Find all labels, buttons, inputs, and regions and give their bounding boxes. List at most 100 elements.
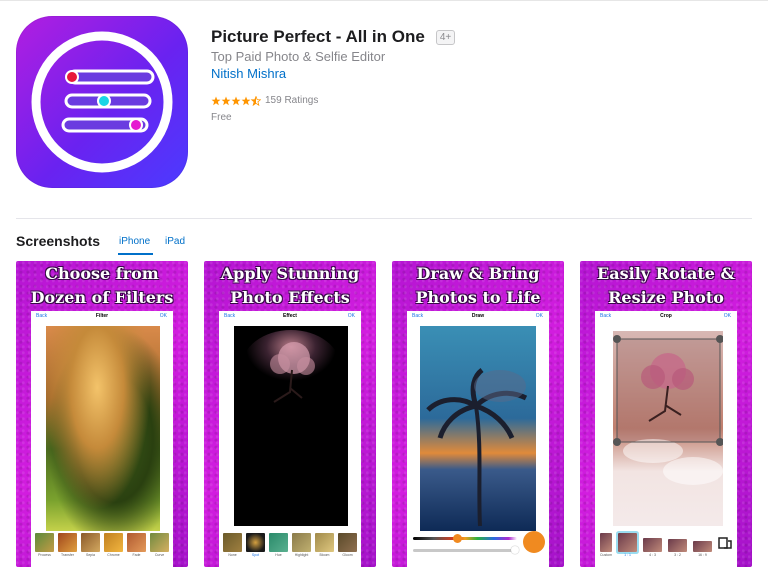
tab-iphone[interactable]: iPhone xyxy=(119,236,150,247)
phone-nav-bar: Back Crop OK xyxy=(595,313,737,323)
tree-image xyxy=(234,326,348,526)
thumb-image xyxy=(223,533,242,552)
price-label: Free xyxy=(211,112,232,123)
phone-screen: Back Filter OK Process Transfer Sepia Ch… xyxy=(31,311,173,567)
caption-line: Photo Effects xyxy=(230,288,350,307)
phone-nav-bar: Back Filter OK xyxy=(31,313,173,323)
thumb-label: Hue xyxy=(275,553,282,557)
phone-nav-bar: Back Effect OK xyxy=(219,313,361,323)
thumb-label: None xyxy=(228,553,237,557)
brush-color-preview[interactable] xyxy=(523,531,545,553)
thumb-image xyxy=(269,533,288,552)
screenshot-effect[interactable]: Apply Stunning Photo Effects Back Effect… xyxy=(204,261,376,567)
nav-ok: OK xyxy=(723,313,731,319)
effect-thumb[interactable]: Hue xyxy=(269,533,288,557)
star-icon xyxy=(241,96,251,105)
size-slider-thumb[interactable] xyxy=(511,546,519,554)
draw-photo xyxy=(420,326,536,531)
app-title-row: Picture Perfect - All in One 4+ xyxy=(211,27,456,47)
crop-ratio-option[interactable]: 4 : 3 xyxy=(643,533,663,557)
thumb-label: Transfer xyxy=(61,553,74,557)
tab-ipad[interactable]: iPad xyxy=(165,236,185,247)
thumb-image xyxy=(338,533,357,552)
app-subtitle: Top Paid Photo & Selfie Editor xyxy=(211,49,386,64)
rotate-crop-button[interactable] xyxy=(718,533,732,557)
thumb-label: 3 : 2 xyxy=(674,553,681,557)
effect-thumb[interactable]: Bloom xyxy=(315,533,334,557)
filter-thumb[interactable]: Chrome xyxy=(104,533,123,557)
developer-link[interactable]: Nitish Mishra xyxy=(211,66,286,81)
nav-title: Crop xyxy=(660,313,672,319)
nav-ok: OK xyxy=(347,313,355,319)
thumb-image xyxy=(104,533,123,552)
effect-thumb[interactable]: Highlight xyxy=(292,533,311,557)
filter-thumb[interactable]: Sepia xyxy=(81,533,100,557)
effect-thumb[interactable]: Spot xyxy=(246,533,265,557)
filter-thumb[interactable]: Transfer xyxy=(58,533,77,557)
caption-line: Draw & Bring xyxy=(416,264,540,283)
thumb-label: 1 : 1 xyxy=(624,553,631,557)
thumb-label: Gloom xyxy=(342,553,353,557)
phone-screen: Back Effect OK None Spot Hue Highlight B… xyxy=(219,311,361,567)
ratings-count: 159 Ratings xyxy=(265,95,319,106)
thumb-label: Custom xyxy=(599,553,613,557)
thumb-label: Sepia xyxy=(86,553,95,557)
size-slider[interactable] xyxy=(413,549,517,552)
nav-title: Filter xyxy=(95,313,109,319)
screenshot-draw[interactable]: Draw & Bring Photos to Life Back Draw OK xyxy=(392,261,564,567)
crop-ratio-option[interactable]: 16 : 9 xyxy=(692,533,712,557)
phone-nav-bar: Back Draw OK xyxy=(407,313,549,323)
crop-ratio-option[interactable]: 3 : 2 xyxy=(668,533,687,557)
star-icon xyxy=(221,96,231,105)
crop-ratio-option[interactable]: Custom xyxy=(600,533,612,557)
filter-thumb[interactable]: Curve xyxy=(150,533,169,557)
filter-photo xyxy=(46,326,160,531)
nav-ok: OK xyxy=(159,313,167,319)
effect-thumb[interactable]: Gloom xyxy=(338,533,357,557)
thumb-image xyxy=(58,533,77,552)
star-rating xyxy=(211,95,261,106)
thumb-label: Fade xyxy=(132,553,141,557)
rotate-icon xyxy=(718,537,732,549)
crop-ratio-thumbnails: Custom 1 : 1 4 : 3 3 : 2 16 : 9 xyxy=(595,533,737,557)
effect-thumbnails: None Spot Hue Highlight Bloom Gloom xyxy=(219,533,361,557)
crop-ratio-option[interactable]: 1 : 1 xyxy=(618,533,638,557)
screenshot-crop[interactable]: Easily Rotate & Resize Photo Back Crop O… xyxy=(580,261,752,567)
thumb-image xyxy=(150,533,169,552)
screenshot-caption: Choose from Dozen of Filters xyxy=(16,262,188,310)
thumb-image xyxy=(692,541,712,552)
filter-thumb[interactable]: Process xyxy=(35,533,54,557)
crop-photo xyxy=(613,331,724,526)
color-slider-thumb[interactable] xyxy=(453,534,462,543)
age-rating-badge: 4+ xyxy=(435,29,456,45)
caption-line: Choose from xyxy=(45,264,159,283)
thumb-image xyxy=(668,539,687,552)
effect-thumb[interactable]: None xyxy=(223,533,242,557)
thumb-image xyxy=(643,538,663,552)
thumb-image xyxy=(127,533,146,552)
nav-title: Effect xyxy=(283,313,297,319)
caption-line: Easily Rotate & xyxy=(597,264,735,283)
sliders-icon xyxy=(31,31,173,173)
tab-selected-indicator xyxy=(118,253,153,255)
caption-line: Dozen of Filters xyxy=(30,288,174,307)
top-divider xyxy=(0,0,768,1)
app-title: Picture Perfect - All in One xyxy=(211,27,425,46)
thumb-label: Chrome xyxy=(107,553,120,557)
nav-title: Draw xyxy=(471,313,485,319)
thumb-image xyxy=(292,533,311,552)
caption-line: Apply Stunning xyxy=(220,264,360,283)
filter-thumbnails: Process Transfer Sepia Chrome Fade Curve xyxy=(31,533,173,557)
color-slider[interactable] xyxy=(413,537,517,540)
caption-line: Resize Photo xyxy=(608,288,724,307)
nav-ok: OK xyxy=(535,313,543,319)
thumb-image xyxy=(315,533,334,552)
rating-row: 159 Ratings xyxy=(211,95,318,106)
screenshot-caption: Easily Rotate & Resize Photo xyxy=(580,262,752,310)
tree-image xyxy=(613,331,724,526)
screenshot-filter[interactable]: Choose from Dozen of Filters Back Filter… xyxy=(16,261,188,567)
thumb-image xyxy=(81,533,100,552)
thumb-image xyxy=(618,533,638,552)
filter-thumb[interactable]: Fade xyxy=(127,533,146,557)
half-star-icon xyxy=(251,95,261,106)
